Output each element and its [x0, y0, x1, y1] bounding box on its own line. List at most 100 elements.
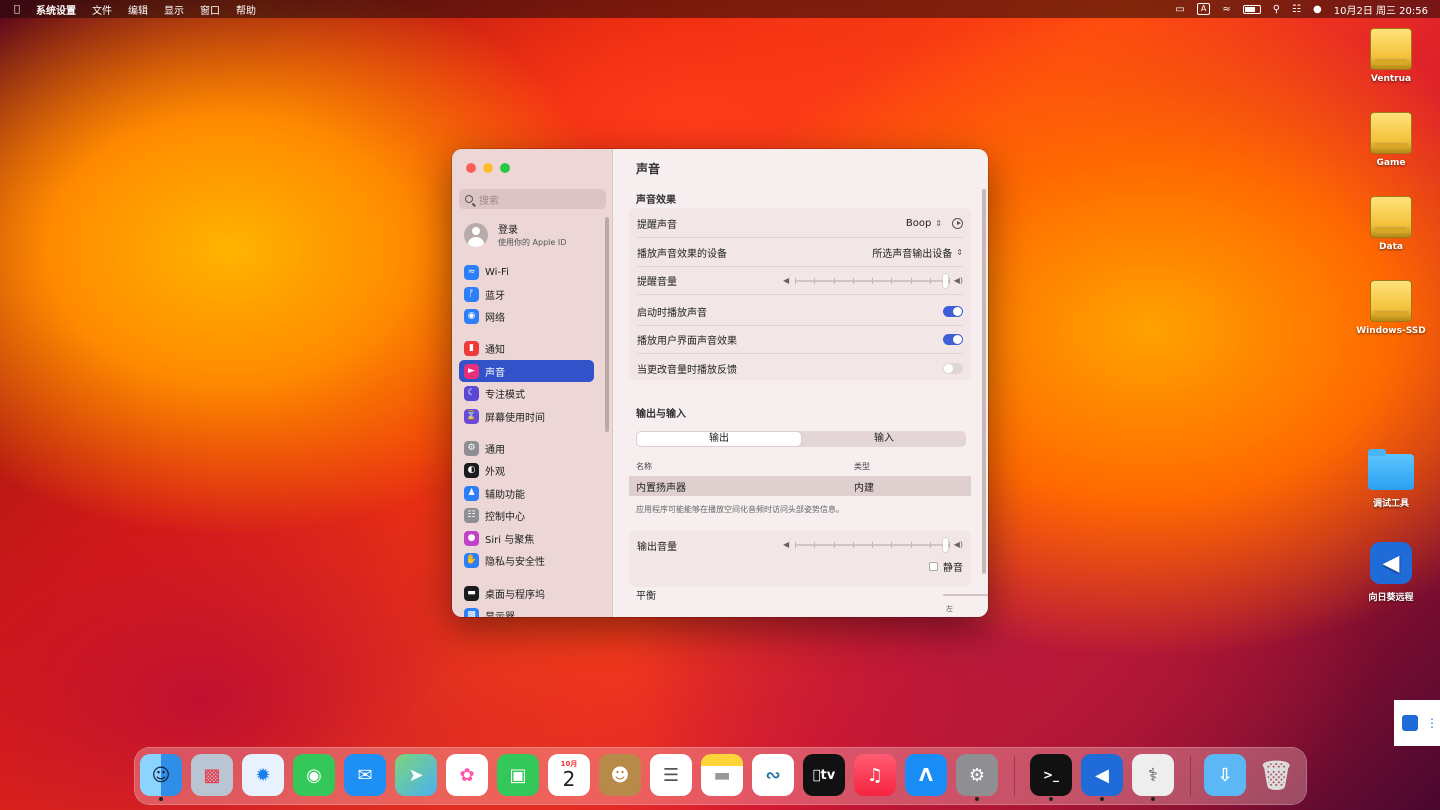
menu-app-name[interactable]: 系统设置 — [36, 2, 76, 17]
sunlogin-floating-widget[interactable]: ⋮ — [1394, 700, 1440, 746]
tab-input[interactable]: 输入 — [802, 431, 966, 447]
sidebar-item-accessibility[interactable]: ♟ 辅助功能 — [459, 482, 594, 504]
menu-help[interactable]: 帮助 — [236, 2, 256, 17]
apple-id-login[interactable]: 登录 使用你的 Apple ID — [464, 221, 566, 248]
launchpad-app[interactable]: ▩ — [191, 754, 233, 796]
input-method-icon[interactable]: A — [1196, 3, 1211, 15]
mail-app[interactable]: ✉ — [344, 754, 386, 796]
desktop-drive-ventrua[interactable]: Ventrua — [1351, 28, 1431, 84]
sidebar-item-privacy[interactable]: ✋ 隐私与安全性 — [459, 549, 594, 571]
sidebar-item-control-center[interactable]: ☷ 控制中心 — [459, 504, 594, 526]
photos-app[interactable]: ✿ — [446, 754, 488, 796]
search-input[interactable]: 搜索 — [459, 189, 606, 209]
sidebar-item-appearance[interactable]: ◐ 外观 — [459, 459, 594, 481]
sidebar-item-sound[interactable]: ► 声音 — [459, 360, 594, 382]
slider-tick — [949, 277, 950, 284]
alert-sound-popup[interactable]: Boop ⇕ — [906, 218, 963, 229]
wifi-icon: ≈ — [464, 264, 479, 280]
video-camera-icon: ▣ — [509, 764, 527, 786]
close-button[interactable] — [466, 163, 476, 173]
siri-status-icon[interactable]: ● — [1313, 4, 1322, 15]
finder-face-icon: ☺ — [151, 764, 171, 786]
terminal-app[interactable]: >_ — [1030, 754, 1072, 801]
messages-app[interactable]: ◉ — [293, 754, 335, 796]
play-sound-button[interactable] — [952, 218, 963, 229]
safari-app[interactable]: ✹ — [242, 754, 284, 796]
mute-control[interactable]: 静音 — [929, 559, 963, 574]
sidebar-item-screen-time[interactable]: ⌛ 屏幕使用时间 — [459, 405, 594, 427]
desktop-folder-debug-tools[interactable]: 调试工具 — [1351, 449, 1431, 509]
sidebar-item-wifi[interactable]: ≈ Wi-Fi — [459, 261, 594, 283]
music-app[interactable]: ♫ — [854, 754, 896, 796]
freeform-app[interactable]: ∾ — [752, 754, 794, 796]
mute-checkbox[interactable] — [929, 562, 938, 571]
sidebar-item-general[interactable]: ⚙ 通用 — [459, 437, 594, 459]
slider-knob[interactable] — [942, 538, 948, 552]
download-arrow-icon: ⇩ — [1217, 764, 1233, 786]
system-settings-app[interactable]: ⚙ — [956, 754, 998, 801]
apple-menu-icon[interactable]:  — [14, 4, 20, 15]
output-volume-slider[interactable]: ◀ ◀) — [783, 538, 963, 552]
sidebar-item-focus[interactable]: ☾ 专注模式 — [459, 382, 594, 404]
balance-label: 平衡 — [636, 591, 656, 602]
menu-file[interactable]: 文件 — [92, 2, 112, 17]
dock-separator — [1190, 756, 1191, 796]
slider-tick — [795, 542, 796, 548]
menu-view[interactable]: 显示 — [164, 2, 184, 17]
battery-icon[interactable] — [1242, 4, 1261, 14]
finder-app[interactable]: ☺ — [140, 754, 182, 801]
volume-feedback-toggle[interactable] — [943, 362, 963, 374]
desktop-drive-data[interactable]: Data — [1351, 196, 1431, 252]
sidebar-item-displays[interactable]: ▩ 显示器 — [459, 604, 594, 617]
more-options-icon[interactable]: ⋮ — [1426, 717, 1438, 729]
alert-volume-slider[interactable]: ◀ ◀) — [783, 273, 963, 288]
appearance-icon: ◐ — [464, 462, 479, 478]
reminders-app[interactable]: ☰ — [650, 754, 692, 796]
menu-window[interactable]: 窗口 — [200, 2, 220, 17]
desktop-app-sunlogin[interactable]: ◀ 向日葵远程 — [1351, 542, 1431, 603]
control-center-status-icon[interactable]: ☷ — [1292, 4, 1301, 15]
minimize-button[interactable] — [483, 163, 493, 173]
app-store-app[interactable]: Λ — [905, 754, 947, 796]
bluetooth-icon: ᚡ — [464, 286, 479, 302]
menu-clock[interactable]: 10月2日 周三 20:56 — [1334, 2, 1428, 17]
balance-slider[interactable] — [943, 589, 988, 601]
calendar-app[interactable]: 10月 2 — [548, 754, 590, 796]
disk-utility-app[interactable]: ⚕ — [1132, 754, 1174, 801]
avatar — [464, 222, 488, 247]
sidebar-item-network[interactable]: ◉ 网络 — [459, 305, 594, 327]
music-note-icon: ♫ — [866, 764, 884, 786]
sidebar-item-label: Wi-Fi — [485, 266, 509, 278]
column-header-name[interactable]: 名称 — [636, 461, 854, 472]
sound-device-popup[interactable]: 所选声音输出设备 ⇕ — [872, 245, 963, 260]
sidebar-item-bluetooth[interactable]: ᚡ 蓝牙 — [459, 283, 594, 305]
notes-app[interactable]: ▬ — [701, 754, 743, 796]
updown-chevron-icon: ⇕ — [935, 219, 942, 228]
column-header-type[interactable]: 类型 — [854, 461, 870, 472]
sidebar-item-desktop-dock[interactable]: ▬ 桌面与程序坞 — [459, 582, 594, 604]
spotlight-icon[interactable]: ⚲ — [1273, 4, 1280, 15]
desktop-drive-game[interactable]: Game — [1351, 112, 1431, 168]
maps-app[interactable]: ➤ — [395, 754, 437, 796]
tab-output[interactable]: 输出 — [637, 432, 801, 446]
contacts-app[interactable]: ☻ — [599, 754, 641, 796]
downloads-stack[interactable]: ⇩ — [1204, 754, 1246, 796]
main-scrollbar[interactable] — [982, 189, 986, 574]
wifi-status-icon[interactable]: ≈ — [1222, 4, 1230, 15]
startup-sound-toggle[interactable] — [943, 306, 963, 317]
sidebar-item-label: 辅助功能 — [485, 489, 525, 501]
facetime-app[interactable]: ▣ — [497, 754, 539, 796]
menu-edit[interactable]: 编辑 — [128, 2, 148, 17]
sidebar-scrollbar[interactable] — [605, 217, 609, 432]
zoom-button[interactable] — [500, 163, 510, 173]
slider-knob[interactable] — [942, 273, 948, 288]
trash[interactable]: 🗑 — [1255, 754, 1297, 796]
table-row[interactable]: 内置扬声器 内建 — [629, 477, 971, 496]
sunlogin-dock-app[interactable]: ◀ — [1081, 754, 1123, 801]
appletv-app[interactable]: tv — [803, 754, 845, 796]
sidebar-item-notifications[interactable]: ▮ 通知 — [459, 337, 594, 359]
sidebar-item-siri[interactable]: ● Siri 与聚焦 — [459, 527, 594, 549]
screen-mirror-icon[interactable]: ▭ — [1175, 4, 1184, 15]
ui-sound-toggle[interactable] — [943, 334, 963, 345]
desktop-drive-windows-ssd[interactable]: Windows-SSD — [1351, 280, 1431, 336]
